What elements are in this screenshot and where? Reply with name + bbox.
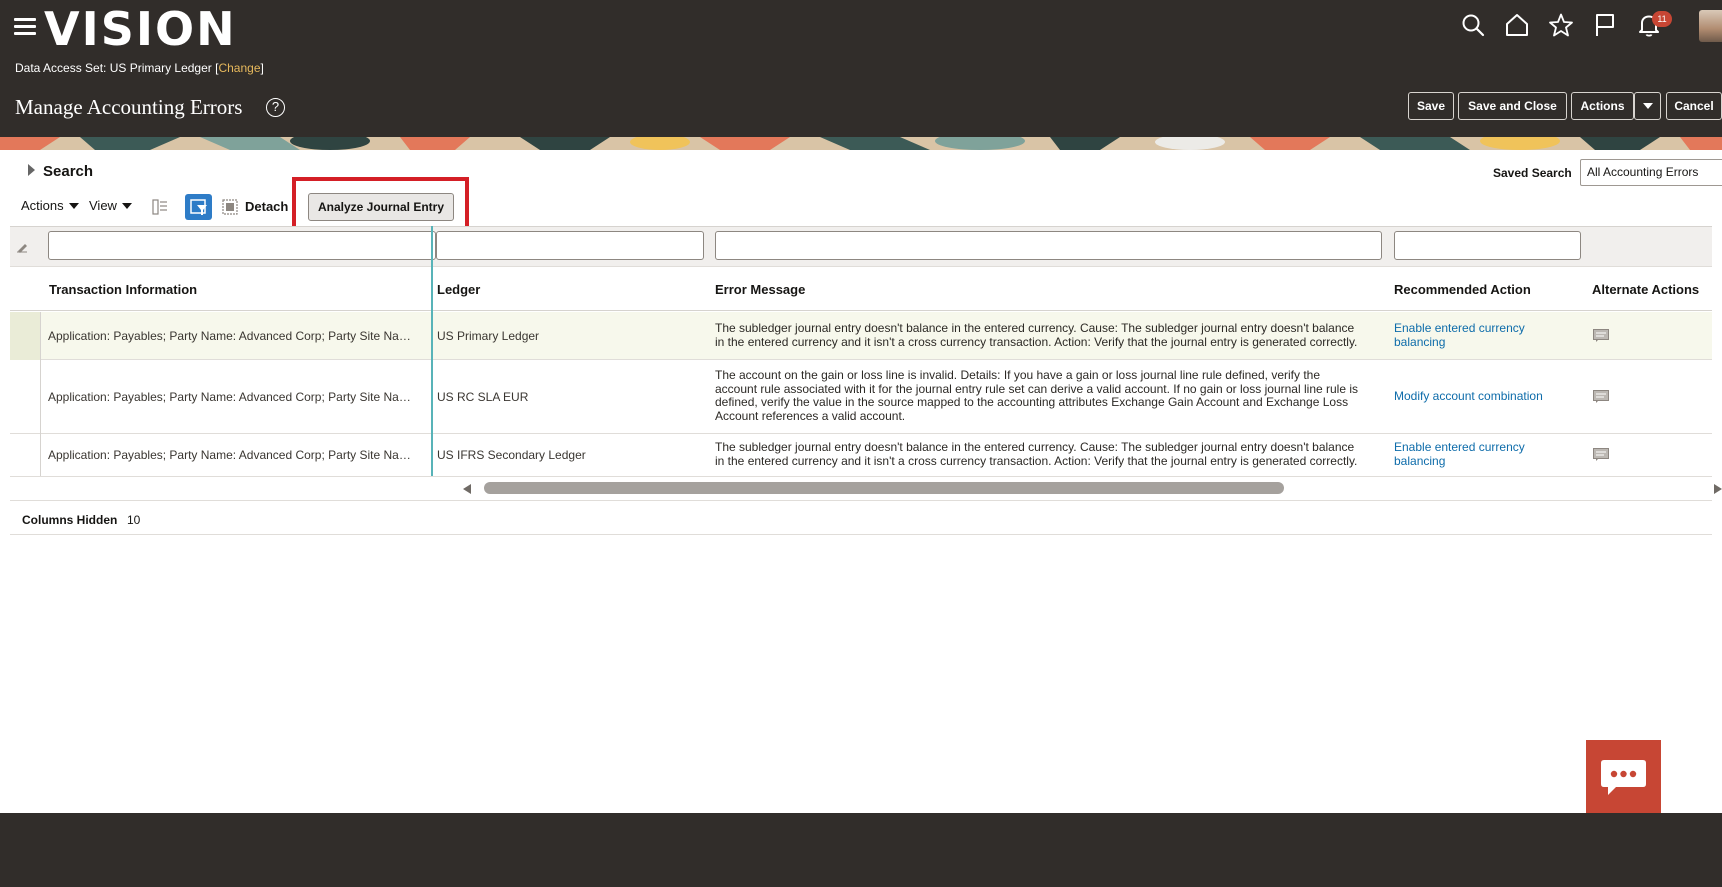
horizontal-scrollbar[interactable] xyxy=(10,476,1722,500)
column-header-error-message[interactable]: Error Message xyxy=(715,282,805,297)
save-button[interactable]: Save xyxy=(1408,92,1454,120)
error-message-cell: The account on the gain or loss line is … xyxy=(715,368,1359,423)
flag-icon[interactable] xyxy=(1592,12,1618,38)
detach-button[interactable]: Detach xyxy=(245,199,288,214)
filter-ledger-input[interactable] xyxy=(436,231,704,260)
chat-button[interactable] xyxy=(1586,740,1661,814)
alternate-actions-icon[interactable] xyxy=(1593,390,1609,403)
actions-menu-button[interactable]: Actions xyxy=(1571,92,1634,120)
query-by-example-button[interactable] xyxy=(185,194,212,220)
transaction-info-cell: Application: Payables; Party Name: Advan… xyxy=(48,448,411,462)
ledger-cell: US Primary Ledger xyxy=(437,329,540,343)
transaction-info-cell: Application: Payables; Party Name: Advan… xyxy=(48,390,411,404)
columns-hidden-label: Columns Hidden xyxy=(22,513,118,527)
menu-icon[interactable] xyxy=(14,18,36,36)
table-view-menu[interactable]: View xyxy=(89,198,132,213)
star-icon[interactable] xyxy=(1548,12,1574,38)
page-title: Manage Accounting Errors xyxy=(15,95,243,119)
filter-row xyxy=(10,226,1712,266)
alternate-actions-icon[interactable] xyxy=(1593,329,1609,342)
recommended-action-link[interactable]: Modify account combination xyxy=(1394,389,1543,404)
columns-hidden-bar: Columns Hidden 10 xyxy=(10,500,1712,535)
frozen-column-divider[interactable] xyxy=(431,226,433,476)
footer-bar xyxy=(0,813,1722,887)
recommended-action-link[interactable]: Enable entered currency balancing xyxy=(1394,321,1525,349)
cancel-button[interactable]: Cancel xyxy=(1666,92,1722,120)
transaction-info-cell: Application: Payables; Party Name: Advan… xyxy=(48,329,411,343)
saved-search-label: Saved Search xyxy=(1493,166,1572,180)
scroll-left-icon[interactable] xyxy=(462,483,472,495)
column-header-alternate-actions[interactable]: Alternate Actions xyxy=(1592,282,1699,297)
filter-icon xyxy=(190,199,207,215)
alternate-actions-icon[interactable] xyxy=(1593,448,1609,461)
notification-badge: 11 xyxy=(1652,11,1672,27)
freeze-columns-icon[interactable] xyxy=(152,199,168,215)
chevron-down-icon xyxy=(1642,103,1653,109)
chat-icon xyxy=(1601,760,1646,795)
ledger-cell: US RC SLA EUR xyxy=(437,390,529,404)
expand-icon xyxy=(28,164,35,176)
actions-dropdown-button[interactable] xyxy=(1634,92,1661,120)
table-row[interactable]: Application: Payables; Party Name: Advan… xyxy=(10,360,1712,434)
search-disclosure[interactable]: Search xyxy=(28,163,93,180)
help-icon[interactable]: ? xyxy=(266,98,285,117)
column-header-ledger[interactable]: Ledger xyxy=(437,282,480,297)
global-header: VISION 11 Data Access Set: US Primary Le… xyxy=(0,0,1722,137)
search-icon[interactable] xyxy=(1460,12,1486,38)
row-header[interactable] xyxy=(10,434,41,477)
recommended-action-link[interactable]: Enable entered currency balancing xyxy=(1394,440,1525,468)
error-message-cell: The subledger journal entry doesn't bala… xyxy=(715,321,1358,349)
change-link[interactable]: Change xyxy=(218,61,260,75)
scroll-thumb[interactable] xyxy=(484,482,1284,494)
filter-transaction-info-input[interactable] xyxy=(48,231,436,260)
table-actions-menu[interactable]: Actions xyxy=(21,198,79,213)
vision-logo[interactable]: VISION xyxy=(44,2,237,56)
columns-hidden-count[interactable]: 10 xyxy=(127,513,140,527)
decorative-banner xyxy=(0,137,1722,150)
row-header[interactable] xyxy=(10,312,41,360)
row-header[interactable] xyxy=(10,360,41,434)
column-header-recommended-action[interactable]: Recommended Action xyxy=(1394,282,1531,297)
saved-search-select[interactable]: All Accounting Errors xyxy=(1580,159,1722,186)
data-access-set: Data Access Set: US Primary Ledger [Chan… xyxy=(15,61,264,75)
scroll-right-icon[interactable] xyxy=(1713,483,1722,495)
column-header-transaction-information[interactable]: Transaction Information xyxy=(49,282,197,297)
home-icon[interactable] xyxy=(1504,12,1530,38)
clear-filter-icon[interactable] xyxy=(16,241,28,253)
user-avatar[interactable] xyxy=(1699,10,1722,42)
table-row[interactable]: Application: Payables; Party Name: Advan… xyxy=(10,434,1712,477)
filter-error-message-input[interactable] xyxy=(715,231,1382,260)
detach-icon[interactable] xyxy=(222,199,238,215)
filter-recommended-action-input[interactable] xyxy=(1394,231,1581,260)
analyze-journal-entry-button[interactable]: Analyze Journal Entry xyxy=(308,193,454,221)
table-row[interactable]: Application: Payables; Party Name: Advan… xyxy=(10,312,1712,360)
save-and-close-button[interactable]: Save and Close xyxy=(1458,92,1567,120)
error-message-cell: The subledger journal entry doesn't bala… xyxy=(715,440,1358,468)
data-access-set-value: US Primary Ledger xyxy=(109,61,212,75)
ledger-cell: US IFRS Secondary Ledger xyxy=(437,448,586,462)
table-header: Transaction Information Ledger Error Mes… xyxy=(10,266,1712,311)
